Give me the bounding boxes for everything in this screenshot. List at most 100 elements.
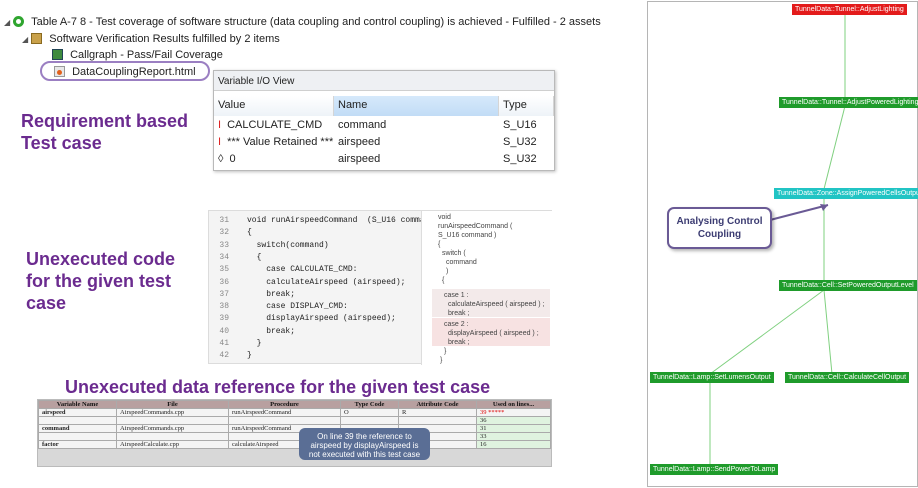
io-row[interactable]: I CALCULATE_CMD command S_U16	[214, 116, 554, 133]
code-line: 37 break;	[209, 289, 419, 301]
graph-node-set-lumens-output[interactable]: TunnelData::Lamp::SetLumensOutput	[650, 372, 774, 383]
table-row: 36	[38, 416, 551, 425]
collapse-arrow-icon[interactable]: ◢	[4, 18, 10, 27]
io-cell-value: I *** Value Retained ***	[214, 136, 334, 148]
requirement-label-line2: Test case	[21, 133, 102, 153]
xref-cell-attr	[398, 416, 477, 425]
code-text: {	[247, 252, 262, 262]
code-line: 41 }	[209, 338, 419, 350]
code-line: 33 switch(command)	[209, 240, 419, 252]
io-row[interactable]: ◊ 0 airspeed S_U32	[214, 150, 554, 167]
tree-row-results-label: Software Verification Results fulfilled …	[49, 33, 280, 45]
unexecuted-label-line2: for the given test	[26, 271, 172, 291]
io-cell-name: airspeed	[338, 135, 381, 148]
tree-row-callgraph[interactable]: Callgraph - Pass/Fail Coverage	[52, 49, 223, 61]
io-cell-name: command	[338, 118, 387, 131]
flow-tree-line: break ;	[448, 339, 470, 346]
xref-cell-attr: R	[398, 408, 477, 417]
xref-cell-line: 31	[476, 424, 551, 433]
line-number: 40	[219, 326, 229, 336]
graph-node-assign-powered-cells-output[interactable]: TunnelData::Zone::AssignPoweredCellsOutp…	[774, 188, 918, 199]
flow-tree-line: void	[438, 214, 451, 221]
code-line: 42}	[209, 350, 419, 362]
results-folder-icon	[31, 33, 43, 44]
flow-tree-line: {	[438, 241, 441, 248]
xref-header-cell: Used on lines...	[476, 400, 551, 409]
edge-n4-n6	[823, 289, 833, 375]
line-number: 42	[219, 351, 229, 361]
graph-node-send-power-to-lamp[interactable]: TunnelData::Lamp::SendPowerToLamp	[650, 464, 779, 475]
data-reference-title: Unexecuted data reference for the given …	[65, 377, 491, 397]
xref-cell-proc	[228, 416, 341, 425]
flow-tree-line: runAirspeedCommand (	[438, 223, 513, 230]
data-reference-table: Variable Name File Procedure Type Code Attri…	[37, 399, 552, 467]
flow-tree-line: command	[446, 259, 477, 266]
xref-cell-line: 33	[476, 432, 551, 441]
edge-n2-n3	[823, 105, 846, 190]
code-line: 38 case DISPLAY_CMD:	[209, 301, 419, 313]
flow-tree-line: )	[446, 268, 449, 275]
code-line: 32 {	[209, 227, 419, 239]
column-header-value[interactable]: Value	[214, 96, 334, 116]
tree-row-callgraph-label: Callgraph - Pass/Fail Coverage	[70, 49, 223, 61]
tree-row-report[interactable]: DataCouplingReport.html	[40, 61, 210, 81]
column-header-type[interactable]: Type	[499, 96, 554, 116]
io-cell-value: ◊ 0	[214, 153, 334, 165]
xref-cell-type	[340, 416, 399, 425]
table-row: command AirspeedCommands.cpp runAirspeedCo…	[38, 424, 551, 433]
xref-header-cell: Attribute Code	[398, 400, 477, 409]
io-cell-type: S_U32	[503, 152, 537, 165]
line-number: 33	[219, 240, 229, 250]
code-line: 36 calculateAirspeed (airspeed);	[209, 277, 419, 289]
collapse-arrow-icon[interactable]: ◢	[22, 35, 28, 44]
analysing-control-coupling-callout: Analysing Control Coupling	[667, 207, 772, 249]
xref-cell-line: 36	[476, 416, 551, 425]
xref-cell-file: AirspeedCommands.cpp	[116, 408, 229, 417]
xref-cell-type: O	[340, 408, 399, 417]
graph-node-adjust-lighting[interactable]: TunnelData::Tunnel::AdjustLighting	[792, 4, 907, 15]
tree-row-table-label: Table A-7 8 - Test coverage of software …	[31, 16, 601, 28]
callout-text: On line 39 the reference to airspeed by …	[308, 432, 421, 459]
variable-io-view: Variable I/O View Value Name Type I CALCU…	[213, 70, 555, 171]
code-text: case CALCULATE_CMD:	[247, 265, 358, 275]
graph-node-calculate-cell-output[interactable]: TunnelData::Cell::CalculateCellOutput	[785, 372, 910, 383]
flow-tree-line: case 2 :	[444, 321, 469, 328]
io-marker: I	[218, 118, 222, 131]
line-number: 38	[219, 302, 229, 312]
line-number: 36	[219, 277, 229, 287]
io-view-header: Value Name Type	[214, 96, 554, 116]
flow-tree-line: displayAirspeed ( airspeed ) ;	[448, 330, 539, 337]
io-marker: ◊	[218, 152, 224, 165]
io-row[interactable]: I *** Value Retained *** airspeed S_U32	[214, 133, 554, 150]
table-row: 33	[38, 432, 551, 441]
graph-node-set-powered-output-level[interactable]: TunnelData::Cell::SetPoweredOutputLevel	[779, 280, 917, 291]
xref-body: airspeed AirspeedCommands.cpp runAirspeedC…	[38, 408, 551, 449]
xref-header-cell: Procedure	[228, 400, 341, 409]
code-text: {	[247, 228, 252, 238]
unexecuted-label-line1: Unexecuted code	[26, 249, 176, 269]
xref-cell-file: AirspeedCommands.cpp	[116, 424, 229, 433]
code-text: }	[247, 339, 262, 348]
code-text: }	[247, 351, 252, 361]
graph-node-adjust-powered-lighting[interactable]: TunnelData::Tunnel::AdjustPoweredLightin…	[779, 97, 918, 108]
flow-tree-line: S_U16 command )	[438, 232, 497, 239]
io-value-text: CALCULATE_CMD	[227, 118, 323, 131]
code-text: switch(command)	[247, 240, 329, 250]
xref-cell-var: airspeed	[38, 408, 117, 417]
code-line: 31 void runAirspeedCommand (S_U16 command…	[209, 215, 439, 227]
xref-cell-var: factor	[38, 440, 117, 449]
flow-tree-line: break ;	[448, 310, 470, 317]
flow-tree-pane: void runAirspeedCommand ( S_U16 command ) {…	[421, 211, 553, 365]
flow-tree-line: switch (	[442, 250, 466, 257]
code-text: break;	[247, 289, 296, 299]
xref-header-row: Variable Name File Procedure Type Code Attri…	[38, 400, 551, 409]
flow-tree-line: }	[440, 357, 443, 364]
flow-tree-line: }	[444, 348, 447, 355]
tree-row-table[interactable]: ◢ Table A-7 8 - Test coverage of softwar…	[4, 16, 601, 28]
tree-row-results[interactable]: ◢ Software Verification Results fulfille…	[22, 33, 280, 45]
line39-callout: On line 39 the reference to airspeed by …	[299, 428, 430, 460]
column-header-name[interactable]: Name	[334, 96, 499, 116]
xref-cell-line: 16	[476, 440, 551, 449]
requirement-tree: ◢ Table A-7 8 - Test coverage of softwar…	[0, 0, 601, 81]
xref-header-cell: Type Code	[340, 400, 399, 409]
